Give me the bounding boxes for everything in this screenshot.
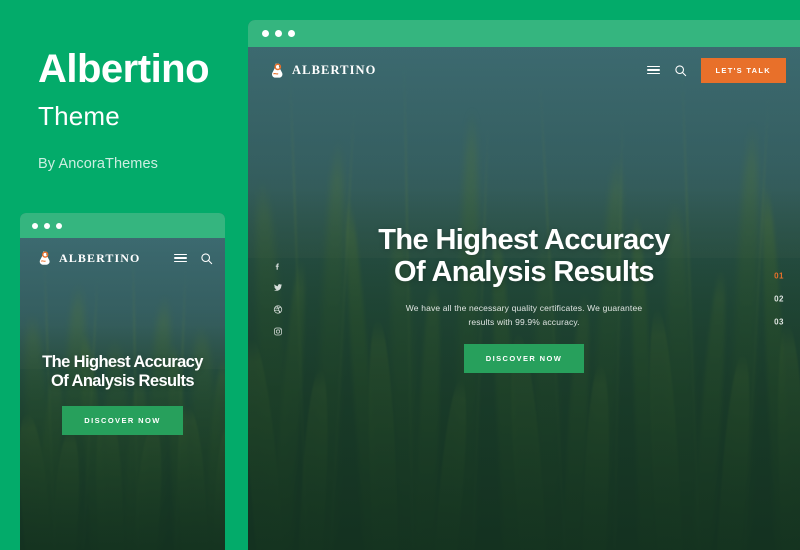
hero-description-desktop: We have all the necessary quality certif… [406,301,642,329]
window-dot-maximize[interactable] [288,30,295,37]
hero-content-desktop: The Highest Accuracy Of Analysis Results… [248,47,800,550]
window-dot-close[interactable] [262,30,269,37]
slide-indicator-02[interactable]: 02 [774,294,784,303]
site-logo-desktop[interactable]: ALBERTINO [268,62,376,79]
brand-name-desktop: ALBERTINO [292,62,377,77]
site-header-desktop: ALBERTINO LET'S TALK [248,47,800,93]
search-icon[interactable] [674,64,687,77]
page-viewport-desktop: ALBERTINO LET'S TALK 01 02 03 The Highes… [248,47,800,550]
promo-panel: Albertino Theme By AncoraThemes [0,0,248,550]
instagram-icon[interactable] [272,326,283,337]
slide-indicators-desktop: 01 02 03 [774,271,784,326]
hero-description-line-1: We have all the necessary quality certif… [405,303,643,314]
slide-indicator-03[interactable]: 03 [774,317,784,326]
promo-author: By AncoraThemes [38,156,158,172]
twitter-icon[interactable] [272,282,283,293]
window-titlebar-desktop [248,20,800,47]
discover-now-button-desktop[interactable]: DISCOVER NOW [463,344,585,374]
facebook-icon[interactable] [272,260,283,271]
dribbble-icon[interactable] [272,304,283,315]
browser-window-desktop: ALBERTINO LET'S TALK 01 02 03 The Highes… [248,20,800,550]
social-rail-desktop [272,260,283,337]
hero-title-line-2: Of Analysis Results [394,255,655,288]
window-dot-minimize[interactable] [275,30,282,37]
window-controls-desktop [262,30,295,37]
promo-title: Albertino [38,47,210,91]
hero-title-line-1: The Highest Accuracy [378,223,670,256]
promo-subtitle: Theme [38,101,120,131]
header-actions-desktop: LET'S TALK [646,57,786,83]
lets-talk-button[interactable]: LET'S TALK [700,57,786,83]
flask-logo-icon [268,62,285,79]
hero-description-line-2: results with 99.9% accuracy. [468,317,580,328]
hero-title-desktop: The Highest Accuracy Of Analysis Results [378,224,670,289]
hamburger-menu-icon[interactable] [646,65,660,75]
slide-indicator-01[interactable]: 01 [774,271,784,280]
